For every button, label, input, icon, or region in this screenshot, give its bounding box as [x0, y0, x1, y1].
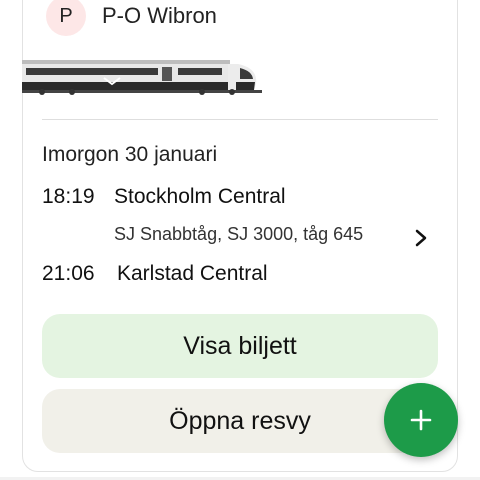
- trip-date: Imorgon 30 januari: [42, 143, 218, 166]
- show-ticket-button[interactable]: Visa biljett: [42, 314, 438, 378]
- arrival-station: Karlstad Central: [117, 262, 268, 285]
- avatar: P: [46, 0, 86, 36]
- traveler-row: P P-O Wibron: [46, 0, 217, 36]
- train-details[interactable]: SJ Snabbtåg, SJ 3000, tåg 645: [114, 224, 363, 245]
- divider: [42, 119, 438, 120]
- train-image: [22, 60, 262, 95]
- arrival-time: 21:06: [42, 262, 95, 285]
- departure-time: 18:19: [42, 185, 95, 208]
- departure-row: 18:19 Stockholm Central: [42, 185, 286, 209]
- open-trip-button[interactable]: Öppna resvy: [42, 389, 438, 453]
- traveler-name: P-O Wibron: [102, 3, 217, 28]
- add-button[interactable]: [384, 383, 458, 457]
- plus-icon: [410, 409, 432, 431]
- departure-station: Stockholm Central: [114, 185, 286, 208]
- chevron-right-icon[interactable]: [412, 229, 430, 247]
- arrival-row: 21:06 Karlstad Central: [42, 262, 268, 286]
